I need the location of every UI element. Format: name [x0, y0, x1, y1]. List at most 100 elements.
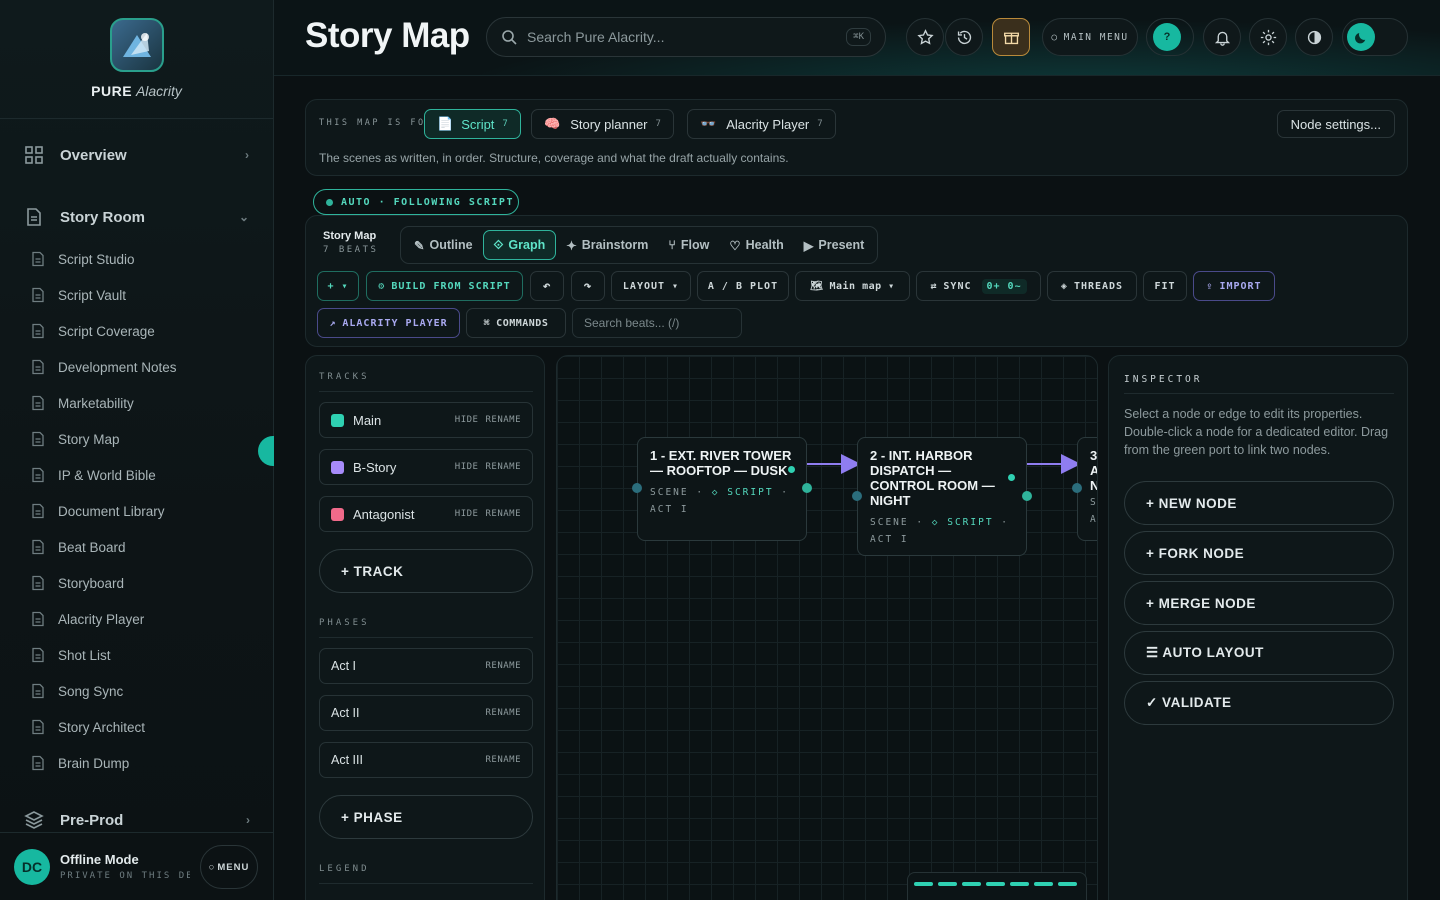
- beat-search-input[interactable]: Search beats... (/): [572, 308, 742, 338]
- new-node-button[interactable]: + NEW NODE: [1124, 481, 1394, 525]
- node-output-port[interactable]: [1022, 491, 1032, 501]
- tab-outline[interactable]: ✎ Outline: [404, 230, 483, 260]
- tab-health[interactable]: ♡ Health: [719, 230, 793, 260]
- sidebar-item-marketability[interactable]: Marketability: [0, 385, 273, 421]
- history-button[interactable]: [945, 18, 983, 56]
- node-source: ◇ SCRIPT: [711, 487, 774, 498]
- rename-phase-button[interactable]: RENAME: [485, 755, 521, 765]
- validate-button[interactable]: ✓ VALIDATE: [1124, 681, 1394, 725]
- import-button[interactable]: ⇪ IMPORT: [1193, 271, 1275, 301]
- node-input-port[interactable]: [632, 483, 642, 493]
- graph-canvas[interactable]: 1 - EXT. RIVER TOWER — ROOFTOP — DUSK SC…: [556, 355, 1098, 900]
- tab-present[interactable]: ▶ Present: [794, 230, 874, 260]
- track-color-swatch[interactable]: [331, 460, 344, 474]
- button-label: ALACRITY PLAYER: [342, 317, 448, 329]
- tab-flow[interactable]: ⑂ Flow: [658, 230, 719, 260]
- add-phase-button[interactable]: + PHASE: [319, 795, 533, 839]
- track-row[interactable]: Antagonist HIDE RENAME: [319, 496, 533, 532]
- button-label: SYNC: [943, 280, 972, 292]
- rename-track-button[interactable]: RENAME: [485, 415, 521, 425]
- auto-follow-badge[interactable]: AUTO · FOLLOWING SCRIPT: [313, 189, 519, 215]
- avatar[interactable]: DC: [14, 848, 50, 885]
- tab-graph[interactable]: ⟐ Graph: [482, 230, 557, 260]
- sidebar-item-script-studio[interactable]: Script Studio: [0, 241, 273, 277]
- rename-track-button[interactable]: RENAME: [485, 509, 521, 519]
- hide-track-button[interactable]: HIDE: [455, 509, 479, 519]
- sidebar-item-shot-list[interactable]: Shot List: [0, 637, 273, 673]
- graph-node[interactable]: 2 - INT. HARBOR DISPATCH — CONTROL ROOM …: [857, 437, 1027, 556]
- node-title: 2 - INT. HARBOR DISPATCH — CONTROL ROOM …: [870, 448, 995, 508]
- search-input[interactable]: Search Pure Alacrity... ⌘K: [486, 17, 886, 57]
- gift-button[interactable]: [992, 18, 1030, 56]
- heart-icon: ♡: [729, 238, 741, 253]
- track-color-swatch[interactable]: [331, 507, 344, 521]
- context-chip-script[interactable]: 📄 Script 7: [424, 109, 521, 139]
- redo-button[interactable]: ↷: [571, 271, 605, 301]
- track-color-swatch[interactable]: [331, 413, 344, 427]
- settings-button[interactable]: [1249, 18, 1287, 56]
- tab-label: Flow: [680, 238, 710, 252]
- sidebar-item-story-map[interactable]: Story Map: [0, 421, 273, 457]
- merge-node-button[interactable]: + MERGE NODE: [1124, 581, 1394, 625]
- rename-phase-button[interactable]: RENAME: [485, 661, 521, 671]
- app-logo[interactable]: [109, 18, 164, 72]
- tab-label: Present: [818, 238, 865, 252]
- sidebar-item-beat-board[interactable]: Beat Board: [0, 529, 273, 565]
- rename-track-button[interactable]: RENAME: [485, 462, 521, 472]
- context-chip-alacrity-player[interactable]: 👓 Alacrity Player 7: [687, 109, 836, 139]
- add-track-button[interactable]: + TRACK: [319, 549, 533, 593]
- flow-icon: ⑂: [668, 238, 676, 252]
- context-chip-story-planner[interactable]: 🧠 Story planner 7: [531, 109, 674, 139]
- tab-brainstorm[interactable]: ✦ Brainstorm: [556, 230, 658, 260]
- sidebar-item-storyboard[interactable]: Storyboard: [0, 565, 273, 601]
- fork-node-button[interactable]: + FORK NODE: [1124, 531, 1394, 575]
- main-menu-button[interactable]: ○ MAIN MENU: [1042, 18, 1138, 56]
- node-settings-button[interactable]: Node settings...: [1276, 110, 1395, 138]
- auto-layout-button[interactable]: ☰ AUTO LAYOUT: [1124, 631, 1394, 675]
- node-output-port[interactable]: [802, 483, 812, 493]
- sidebar-item-song-sync[interactable]: Song Sync: [0, 673, 273, 709]
- phase-row[interactable]: Act III RENAME: [319, 742, 533, 778]
- threads-button[interactable]: ◈ THREADS: [1047, 271, 1137, 301]
- track-row[interactable]: B-Story HIDE RENAME: [319, 449, 533, 485]
- sidebar-item-story-architect[interactable]: Story Architect: [0, 709, 273, 745]
- menu-button[interactable]: ○ MENU: [200, 845, 258, 889]
- minimap[interactable]: [907, 872, 1087, 900]
- sync-button[interactable]: ⇄ SYNC 0+ 0~: [916, 271, 1041, 301]
- gear-icon: [1260, 29, 1276, 45]
- sidebar-item-alacrity-player[interactable]: Alacrity Player: [0, 601, 273, 637]
- phase-row[interactable]: Act II RENAME: [319, 695, 533, 731]
- layers-icon: [24, 811, 44, 829]
- build-from-script-button[interactable]: ⚙ BUILD FROM SCRIPT: [366, 271, 523, 301]
- ab-plot-button[interactable]: A / B PLOT: [697, 271, 789, 301]
- sidebar-item-label: Story Architect: [58, 719, 146, 735]
- track-row[interactable]: Main HIDE RENAME: [319, 402, 533, 438]
- sidebar-item-script-coverage[interactable]: Script Coverage: [0, 313, 273, 349]
- nav-group-story-room[interactable]: Story Room ⌄: [0, 197, 273, 237]
- node-input-port[interactable]: [1072, 483, 1082, 493]
- theme-toggle[interactable]: [1342, 18, 1408, 56]
- favorite-button[interactable]: [906, 18, 944, 56]
- hide-track-button[interactable]: HIDE: [455, 415, 479, 425]
- help-button[interactable]: ?: [1153, 23, 1181, 51]
- sidebar-item-document-library[interactable]: Document Library: [0, 493, 273, 529]
- fit-button[interactable]: FIT: [1143, 271, 1187, 301]
- add-node-dropdown[interactable]: + ▾: [317, 271, 359, 301]
- hide-track-button[interactable]: HIDE: [455, 462, 479, 472]
- map-selector-dropdown[interactable]: 🗺 Main map ▾: [795, 271, 910, 301]
- rename-phase-button[interactable]: RENAME: [485, 708, 521, 718]
- phase-row[interactable]: Act I RENAME: [319, 648, 533, 684]
- sidebar-item-ip-world-bible[interactable]: IP & World Bible: [0, 457, 273, 493]
- contrast-button[interactable]: [1295, 18, 1333, 56]
- undo-button[interactable]: ↶: [530, 271, 564, 301]
- notifications-button[interactable]: [1203, 18, 1241, 56]
- sidebar-item-development-notes[interactable]: Development Notes: [0, 349, 273, 385]
- sidebar-item-script-vault[interactable]: Script Vault: [0, 277, 273, 313]
- layout-dropdown[interactable]: LAYOUT ▾: [611, 271, 691, 301]
- node-input-port[interactable]: [852, 491, 862, 501]
- sidebar-item-brain-dump[interactable]: Brain Dump: [0, 745, 273, 781]
- commands-button[interactable]: ⌘ COMMANDS: [466, 308, 566, 338]
- graph-node[interactable]: 1 - EXT. RIVER TOWER — ROOFTOP — DUSK SC…: [637, 437, 807, 541]
- nav-group-overview[interactable]: Overview ›: [0, 135, 273, 175]
- alacrity-player-button[interactable]: ↗ ALACRITY PLAYER: [317, 308, 460, 338]
